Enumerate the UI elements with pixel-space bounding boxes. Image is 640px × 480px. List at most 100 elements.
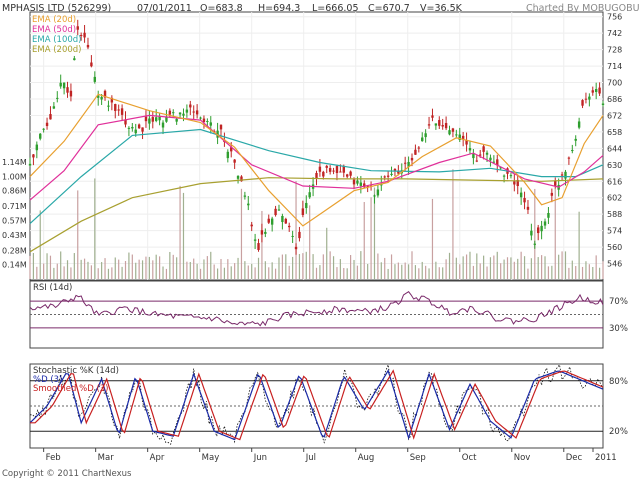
candle-body — [489, 157, 492, 161]
candle-body — [93, 76, 97, 82]
volume-bar — [141, 260, 144, 279]
price-tick-label: 644 — [607, 144, 622, 153]
volume-bar — [274, 268, 277, 279]
candle-body — [274, 208, 277, 216]
candle-body — [560, 174, 564, 176]
volume-bar — [271, 262, 273, 279]
candle-body — [154, 117, 158, 121]
volume-bar — [268, 267, 270, 279]
volume-bar — [281, 254, 283, 279]
candle-body — [209, 122, 212, 126]
candle-body — [390, 173, 393, 175]
volume-bar — [32, 253, 35, 279]
price-tick-label: 630 — [607, 161, 622, 170]
volume-bar — [414, 265, 417, 279]
candle-body — [325, 165, 328, 168]
candle-body — [564, 171, 567, 179]
candle-body — [294, 246, 298, 250]
candle-body — [49, 114, 52, 120]
volume-bar — [547, 266, 550, 279]
candle-body — [69, 90, 73, 97]
volume-bar — [254, 267, 256, 279]
volume-bar — [445, 259, 447, 279]
candle-body — [315, 172, 318, 179]
candle-body — [461, 135, 465, 139]
volume-bar — [384, 257, 386, 279]
volume-bar — [43, 263, 45, 279]
candle-body — [189, 104, 192, 108]
volume-bar — [118, 259, 120, 279]
volume-bar — [240, 188, 243, 279]
volume-bar — [435, 261, 437, 279]
candle-body — [158, 116, 161, 121]
panel-frames — [29, 11, 604, 449]
volume-bar — [298, 253, 301, 279]
candle-body — [178, 112, 182, 115]
candle-body — [131, 126, 134, 129]
volume-bar — [602, 261, 604, 279]
candle-body — [427, 124, 431, 126]
candle-body — [288, 225, 291, 228]
volume-bar — [564, 251, 567, 279]
candle-body — [376, 189, 380, 196]
candle-body — [243, 195, 247, 197]
volume-tick-label: 0.43M — [2, 231, 27, 240]
candle-body — [66, 87, 69, 93]
volume-bar — [319, 265, 321, 279]
volume-bar — [459, 264, 461, 279]
candle-body — [441, 125, 444, 127]
volume-bar — [575, 266, 577, 279]
volume-bar — [138, 259, 140, 279]
volume-bar — [128, 252, 130, 279]
price-tick-label: 560 — [607, 243, 622, 252]
candle-body — [434, 123, 438, 126]
volume-bar — [397, 262, 399, 279]
candle-body — [574, 138, 577, 141]
x-tick-label: Nov — [514, 453, 531, 463]
candle-body — [577, 121, 581, 128]
legend-ema-50: EMA (50d) — [32, 25, 76, 35]
candle-body — [448, 130, 451, 135]
x-tick-label: 2011 — [595, 453, 617, 463]
x-tick-label: Jul — [305, 453, 316, 463]
volume-bar — [237, 257, 239, 279]
candle-body — [206, 120, 209, 122]
volume-bar — [598, 267, 601, 279]
volume-bar — [356, 265, 359, 279]
volume-bar — [193, 258, 195, 279]
candle-body — [117, 109, 120, 111]
stochastic-tick-label: 20% — [609, 427, 628, 437]
volume-bar — [234, 263, 236, 279]
volume-tick-label: 1.14M — [2, 158, 27, 167]
volume-bar — [121, 266, 123, 279]
x-tick-label: May — [202, 453, 220, 463]
candle-body — [571, 149, 574, 152]
price-tick-label: 756 — [607, 13, 622, 22]
volume-bar — [394, 264, 396, 279]
volume-bar — [472, 265, 474, 279]
candle-body — [226, 151, 230, 159]
volume-bar — [588, 264, 590, 279]
candle-body — [28, 163, 32, 166]
volume-bar — [380, 262, 382, 279]
volume-bar — [462, 256, 464, 279]
volume-bar — [465, 254, 468, 279]
volume-bar — [182, 192, 185, 279]
candle-body — [332, 170, 335, 172]
volume-bar — [213, 264, 215, 279]
candle-body — [567, 157, 571, 159]
volume-bar — [261, 210, 263, 279]
candle-body — [257, 243, 260, 250]
candle-body — [373, 195, 376, 197]
volume-bar — [592, 267, 594, 279]
volume-bar — [288, 265, 290, 279]
candle-body — [260, 230, 264, 235]
x-tick-label: Feb — [46, 453, 61, 463]
volume-bar — [551, 265, 553, 279]
volume-bar — [114, 257, 116, 279]
candle-body — [530, 230, 533, 236]
volume-bar — [148, 256, 150, 279]
candle-body — [509, 175, 513, 177]
volume-bar — [285, 254, 287, 279]
volume-bar — [523, 256, 526, 279]
